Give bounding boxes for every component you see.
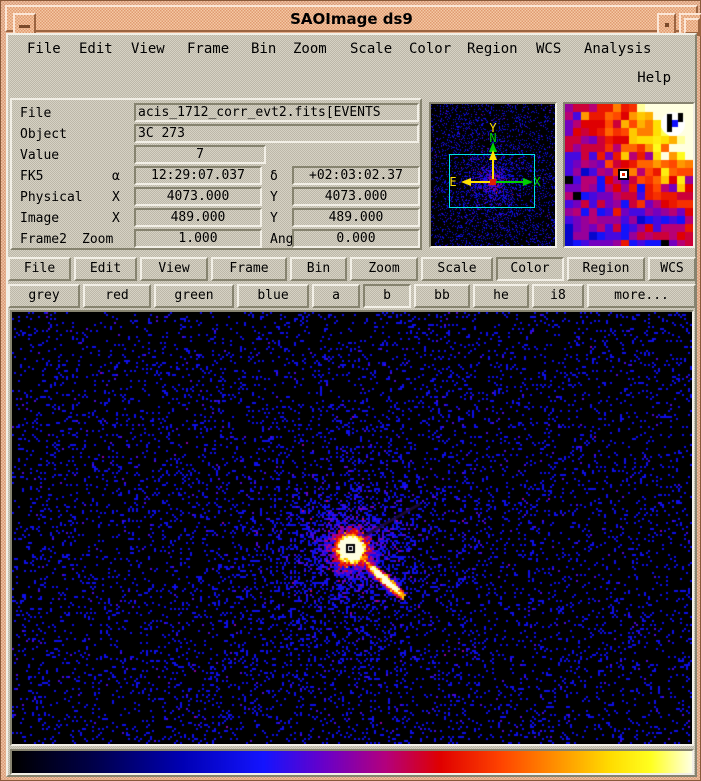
info-row-value: Value 7	[12, 145, 420, 166]
menu-item-color[interactable]: Color	[406, 39, 454, 59]
cmap-button-grey[interactable]: grey	[8, 284, 80, 308]
button-view[interactable]: View	[140, 257, 208, 281]
cmap-button-a[interactable]: a	[312, 284, 360, 308]
button-scale[interactable]: Scale	[421, 257, 493, 281]
cmap-button-green[interactable]: green	[154, 284, 234, 308]
menu-item-zoom[interactable]: Zoom	[290, 39, 330, 59]
info-row-image: Image X Y 489.000 489.000	[12, 208, 420, 229]
button-bar-colormap: grey red green blue a b bb he i8 more...	[8, 284, 696, 309]
file-value[interactable]: acis_1712_corr_evt2.fits[EVENTS	[134, 103, 419, 122]
image-x[interactable]: 489.000	[134, 208, 262, 227]
physical-y-label: Y	[270, 190, 278, 205]
image-x-label: X	[112, 211, 120, 226]
colorbar-canvas[interactable]	[12, 751, 692, 773]
physical-y[interactable]: 4073.000	[292, 187, 420, 206]
angle-value[interactable]: 0.000	[292, 229, 420, 248]
cmap-button-bb[interactable]: bb	[414, 284, 470, 308]
menu-item-bin[interactable]: Bin	[248, 39, 279, 59]
compass-x-label: X	[533, 175, 541, 189]
button-file[interactable]: File	[8, 257, 71, 281]
info-panel: File acis_1712_corr_evt2.fits[EVENTS Objec…	[10, 98, 422, 250]
button-bin[interactable]: Bin	[290, 257, 347, 281]
cmap-button-more[interactable]: more...	[587, 284, 696, 308]
button-frame[interactable]: Frame	[211, 257, 287, 281]
info-label-frame: Frame2	[20, 232, 67, 247]
info-row-file: File acis_1712_corr_evt2.fits[EVENTS	[12, 103, 420, 124]
button-zoom[interactable]: Zoom	[350, 257, 418, 281]
menu-item-scale[interactable]: Scale	[347, 39, 395, 59]
info-row-frame: Frame2 Zoom Ang 1.000 0.000	[12, 229, 420, 250]
info-label-value: Value	[20, 148, 60, 163]
compass-east-label: E	[449, 175, 456, 189]
cmap-button-b[interactable]: b	[363, 284, 411, 308]
title-bar: SAOImage ds9	[5, 5, 701, 36]
help-menu-row: Help	[1, 67, 695, 93]
menu-item-region[interactable]: Region	[464, 39, 521, 59]
info-label-object: Object	[20, 127, 67, 142]
object-value[interactable]: 3C 273	[134, 124, 419, 143]
ds9-window: SAOImage ds9 File Edit View Frame Bin Zoom Sca…	[0, 0, 701, 781]
menu-item-file[interactable]: File	[24, 39, 64, 59]
panner-compass: N X Y E	[449, 121, 541, 189]
window-frame: SAOImage ds9 File Edit View Frame Bin Zoom Sca…	[0, 0, 701, 781]
cmap-button-red[interactable]: red	[83, 284, 151, 308]
physical-x[interactable]: 4073.000	[134, 187, 262, 206]
info-row-fk5: FK5 α δ 12:29:07.037 +02:03:02.37	[12, 166, 420, 187]
zoom-label: Zoom	[82, 232, 114, 247]
fk5-alpha[interactable]: 12:29:07.037	[134, 166, 262, 185]
menu-item-help[interactable]: Help	[637, 70, 671, 86]
info-row-physical: Physical X Y 4073.000 4073.000	[12, 187, 420, 208]
colorbar[interactable]	[10, 749, 694, 775]
cmap-button-he[interactable]: he	[473, 284, 529, 308]
angle-label: Ang	[270, 232, 294, 247]
button-wcs[interactable]: WCS	[648, 257, 696, 281]
image-frame[interactable]	[10, 310, 694, 746]
image-canvas[interactable]	[12, 312, 692, 744]
magnifier[interactable]	[563, 102, 695, 248]
button-color[interactable]: Color	[496, 257, 564, 281]
info-label-physical: Physical	[20, 190, 83, 205]
info-row-object: Object 3C 273	[12, 124, 420, 145]
magnifier-canvas	[565, 104, 693, 246]
button-edit[interactable]: Edit	[74, 257, 137, 281]
menu-item-edit[interactable]: Edit	[76, 39, 116, 59]
alpha-label: α	[112, 169, 120, 184]
image-y-label: Y	[270, 211, 278, 226]
menu-item-analysis[interactable]: Analysis	[581, 39, 654, 59]
cmap-button-i8[interactable]: i8	[532, 284, 584, 308]
cmap-button-blue[interactable]: blue	[237, 284, 309, 308]
magnifier-cursor	[618, 169, 629, 180]
info-label-fk5: FK5	[20, 169, 44, 184]
info-label-file: File	[20, 106, 52, 121]
menu-item-view[interactable]: View	[128, 39, 168, 59]
panner[interactable]: N X Y E	[429, 102, 557, 248]
physical-x-label: X	[112, 190, 120, 205]
menu-item-frame[interactable]: Frame	[184, 39, 232, 59]
button-bar-main: File Edit View Frame Bin Zoom Scale Color Region…	[8, 257, 696, 282]
compass-y-label: Y	[489, 121, 497, 135]
pixel-value[interactable]: 7	[134, 145, 266, 164]
info-label-image: Image	[20, 211, 60, 226]
fk5-delta[interactable]: +02:03:02.37	[292, 166, 420, 185]
window-title: SAOImage ds9	[290, 10, 413, 28]
image-y[interactable]: 489.000	[292, 208, 420, 227]
zoom-value[interactable]: 1.000	[134, 229, 262, 248]
button-region[interactable]: Region	[567, 257, 645, 281]
delta-label: δ	[270, 169, 278, 184]
menu-item-wcs[interactable]: WCS	[533, 39, 564, 59]
menu-bar: File Edit View Frame Bin Zoom Scale Color Region…	[8, 37, 693, 63]
